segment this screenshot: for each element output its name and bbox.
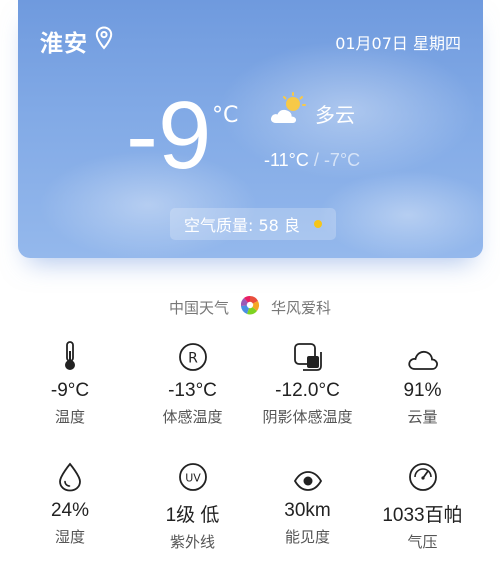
data-source: 中国天气 华风爱科 [0, 294, 500, 320]
current-temperature: -9 [126, 82, 212, 189]
humidity-label: 湿度 [54, 528, 85, 546]
shade-icon [250, 338, 365, 372]
detail-pressure: 1033百帕 气压 [365, 458, 480, 552]
shade-feels-like-value: -12.0°C [275, 380, 340, 401]
eye-icon [250, 458, 365, 492]
detail-uv: UV 1级 低 紫外线 [135, 458, 250, 552]
humidity-icon [5, 458, 135, 492]
temperature-range: -11°C / -7°C [264, 150, 360, 171]
air-quality-label: 空气质量: 58 良 [184, 216, 300, 235]
svg-text:R: R [188, 351, 198, 367]
temperature-value: -9°C [50, 380, 90, 401]
feels-like-icon: R [135, 338, 250, 372]
feels-like-label: 体感温度 [162, 408, 223, 426]
gauge-icon [365, 458, 480, 492]
air-quality-dot-icon [313, 220, 322, 228]
uv-value: 1级 低 [165, 505, 220, 526]
detail-visibility: 30km 能见度 [250, 458, 365, 552]
range-separator: / [313, 150, 319, 170]
visibility-value: 30km [284, 500, 331, 521]
pressure-label: 气压 [407, 533, 438, 551]
source-cma: 中国天气 [168, 298, 229, 317]
feels-like-value: -13°C [168, 380, 217, 401]
low-temperature: -11°C [264, 150, 309, 170]
temperature-label: 温度 [54, 408, 85, 426]
cloud-texture [318, 170, 483, 258]
cloud-icon [365, 338, 480, 372]
detail-shade-feels-like: -12.0°C 阴影体感温度 [250, 338, 365, 427]
temperature-unit: °C [212, 103, 239, 128]
weather-card: 淮安 01月07日 星期四 -9 °C 多云 -11°C / -7°C 空气质量… [18, 0, 483, 258]
uv-label: 紫外线 [169, 533, 215, 551]
visibility-label: 能见度 [284, 528, 330, 546]
source-huafeng: 华风爱科 [271, 298, 332, 317]
detail-cloud-cover: 91% 云量 [365, 338, 480, 427]
high-temperature: -7°C [323, 150, 361, 170]
partly-cloudy-icon [268, 92, 308, 132]
cloud-cover-label: 云量 [407, 408, 438, 426]
shade-feels-like-label: 阴影体感温度 [262, 408, 353, 426]
date-label: 01月07日 星期四 [335, 34, 461, 53]
details-row-1: -9°C 温度 R -13°C 体感温度 -12.0°C 阴影体感温度 91% … [0, 338, 500, 427]
humidity-value: 24% [50, 500, 90, 521]
detail-feels-like: R -13°C 体感温度 [135, 338, 250, 427]
weather-condition: 多云 [315, 103, 355, 127]
uv-icon: UV [135, 458, 250, 492]
svg-text:UV: UV [185, 472, 201, 485]
huafeng-logo-icon [239, 294, 261, 320]
cloud-cover-value: 91% [403, 380, 442, 401]
pressure-value: 1033百帕 [382, 505, 463, 526]
thermometer-icon [5, 338, 135, 372]
detail-humidity: 24% 湿度 [5, 458, 135, 552]
location-pin-icon[interactable] [95, 26, 113, 54]
city-name[interactable]: 淮安 [40, 24, 88, 58]
detail-temperature: -9°C 温度 [5, 338, 135, 427]
details-row-2: 24% 湿度 UV 1级 低 紫外线 30km 能见度 1033百帕 气压 [0, 458, 500, 552]
air-quality-badge[interactable]: 空气质量: 58 良 [170, 208, 336, 240]
